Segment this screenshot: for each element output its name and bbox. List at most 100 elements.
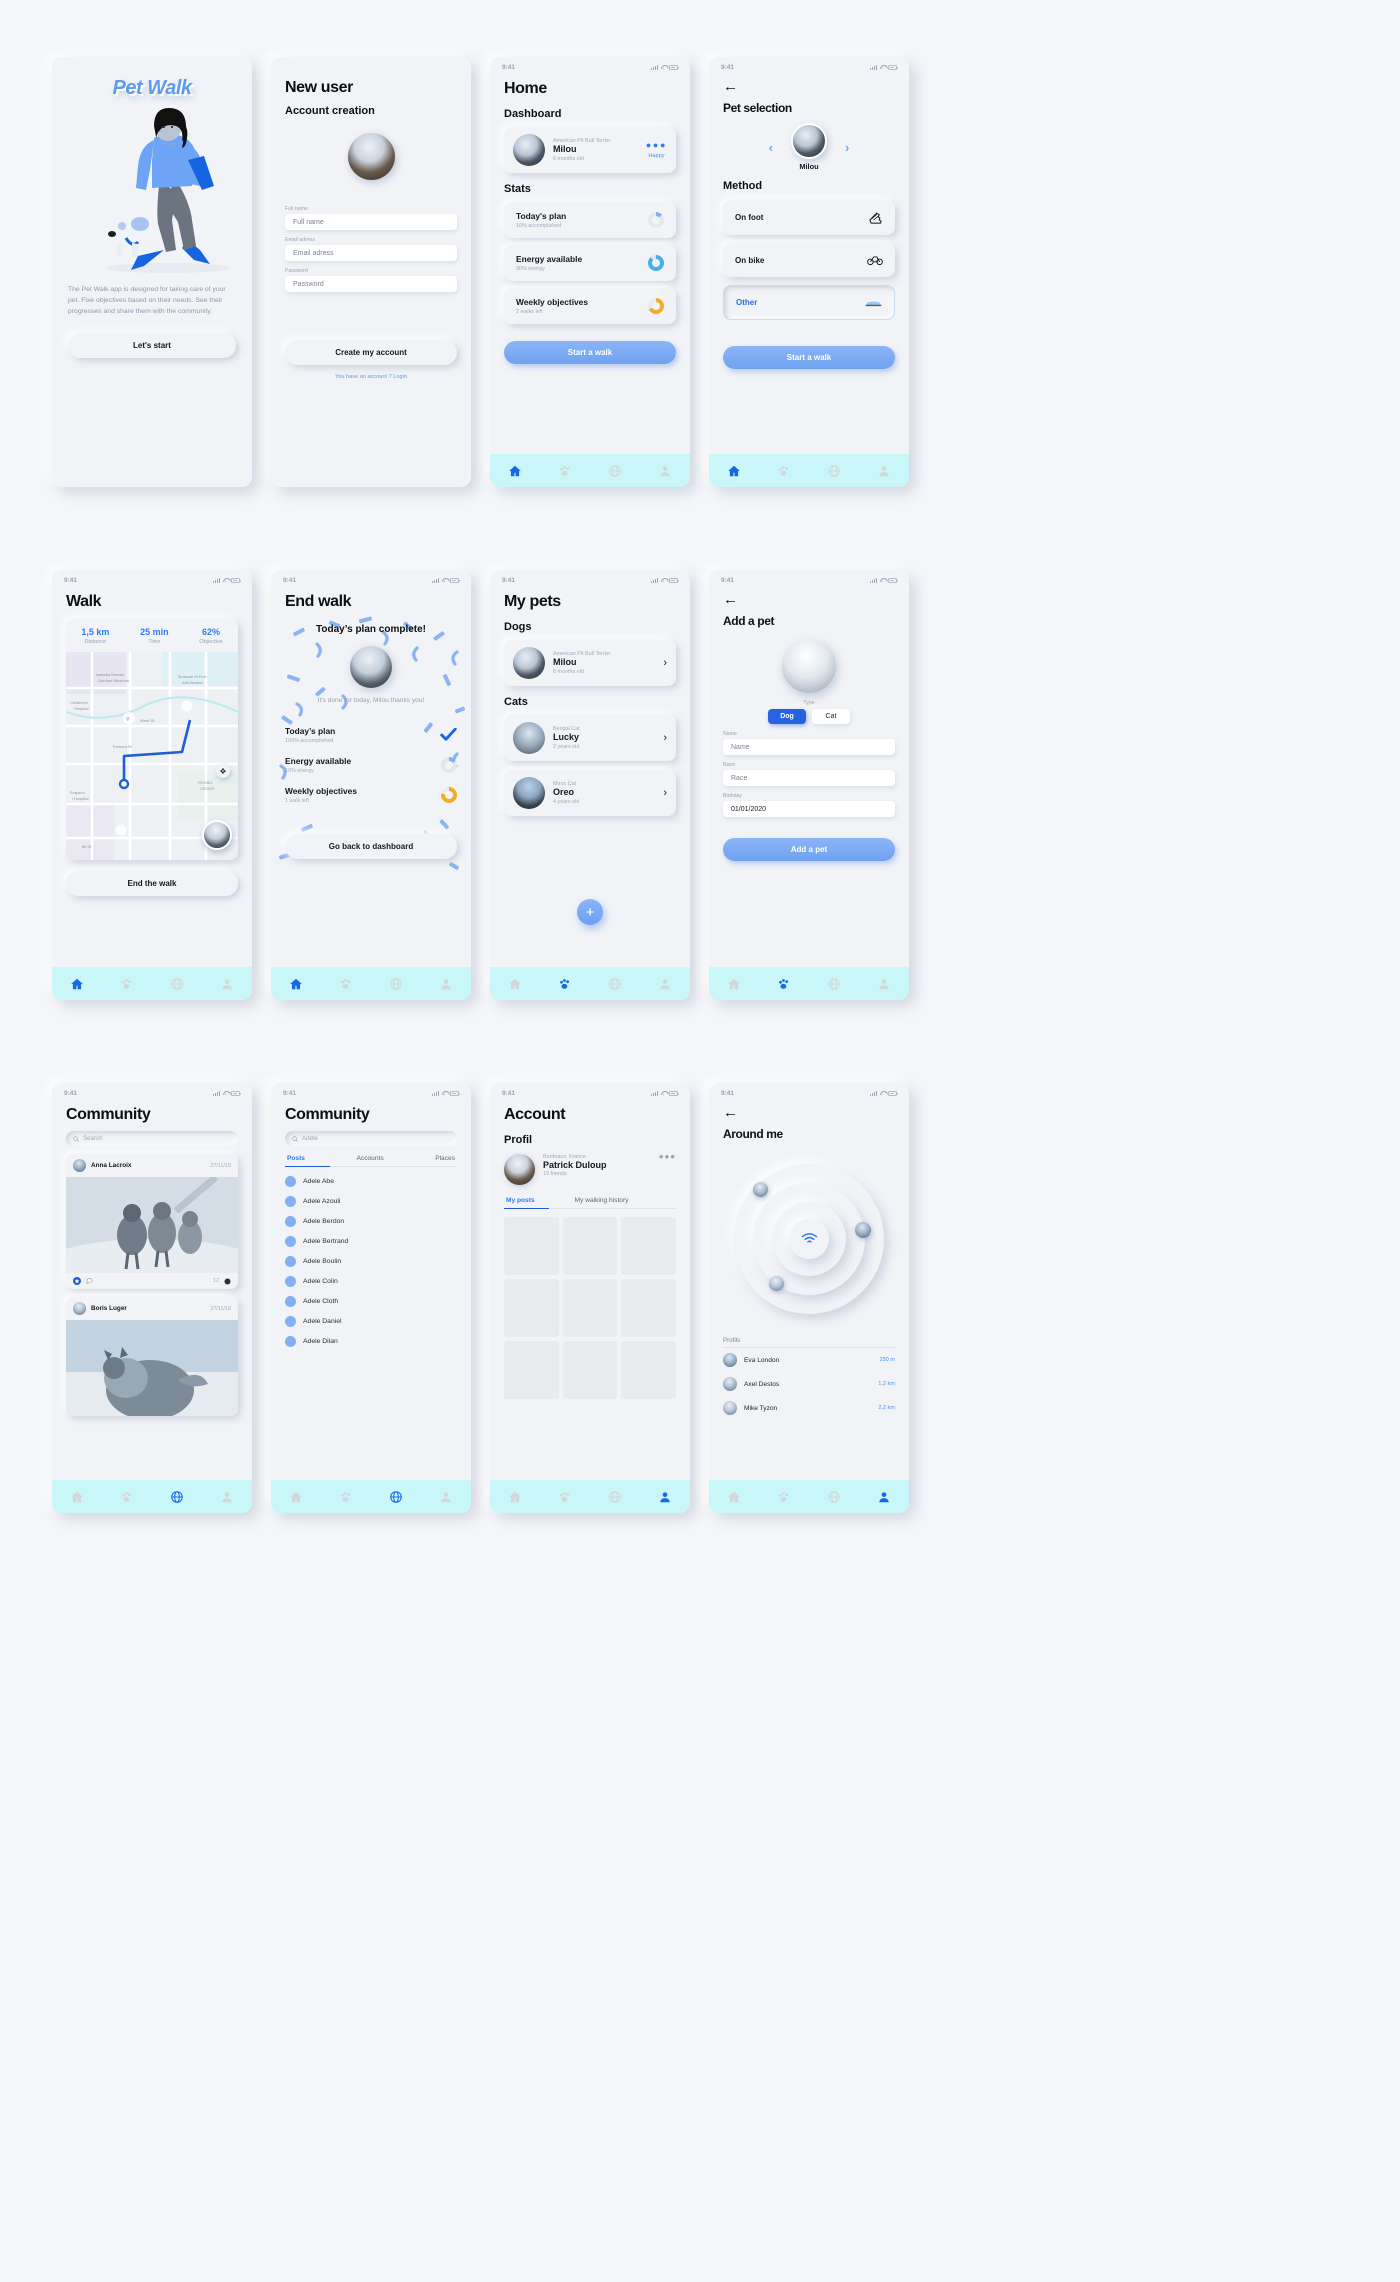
list-item[interactable]: Adele Cloth: [285, 1296, 457, 1308]
tab-pets[interactable]: [120, 1490, 134, 1504]
tab-community[interactable]: [608, 977, 622, 991]
tab-accounts[interactable]: Accounts: [357, 1155, 384, 1162]
start-walk-button[interactable]: Start a walk: [504, 341, 676, 364]
pet-row-milou[interactable]: American Pit Bull Terrier Milou 6 months…: [504, 640, 676, 686]
post-thumb[interactable]: [504, 1341, 559, 1400]
pet-photo-upload[interactable]: [782, 639, 836, 693]
tab-community[interactable]: [389, 1490, 403, 1504]
create-account-button[interactable]: Create my account: [285, 340, 457, 365]
avatar-upload[interactable]: [347, 133, 395, 180]
tab-my-posts[interactable]: My posts: [506, 1197, 535, 1204]
tab-community[interactable]: [389, 977, 403, 991]
nearby-avatar[interactable]: [769, 1276, 784, 1291]
walk-map[interactable]: ⚲ Isabella Stewart Gardner Museum Museum…: [66, 652, 238, 860]
tab-pets[interactable]: [558, 464, 572, 478]
profile-row[interactable]: Mike Tyzon 2,2 km: [723, 1396, 895, 1420]
tab-home[interactable]: [508, 1490, 522, 1504]
tab-home[interactable]: [70, 977, 84, 991]
end-walk-button[interactable]: End the walk: [66, 871, 238, 896]
tab-places[interactable]: Places: [435, 1155, 455, 1162]
method-on-bike[interactable]: On bike: [723, 243, 895, 277]
list-item[interactable]: Adele Abe: [285, 1176, 457, 1188]
tab-pets[interactable]: [339, 1490, 353, 1504]
tab-home[interactable]: [289, 977, 303, 991]
post-card[interactable]: Boris Luger 27/11/19: [66, 1297, 238, 1416]
list-item[interactable]: Adele Boulin: [285, 1256, 457, 1268]
go-back-dashboard-button[interactable]: Go back to dashboard: [285, 834, 457, 859]
tab-pets[interactable]: [777, 464, 791, 478]
login-link[interactable]: You have an account ? Login: [285, 374, 457, 380]
nearby-avatar[interactable]: [753, 1182, 768, 1197]
tab-account[interactable]: [877, 464, 891, 478]
tab-pets[interactable]: [339, 977, 353, 991]
post-thumb[interactable]: [504, 1279, 559, 1338]
tab-account[interactable]: [658, 464, 672, 478]
tab-pets[interactable]: [558, 977, 572, 991]
birthday-input[interactable]: 01/01/2020: [723, 801, 895, 817]
post-thumb[interactable]: [562, 1217, 618, 1276]
race-input[interactable]: Race: [723, 770, 895, 786]
stat-card-energy[interactable]: Energy available 90% energy: [504, 245, 676, 281]
email-input[interactable]: Email adress: [285, 245, 457, 261]
password-input[interactable]: Password: [285, 276, 457, 292]
tab-account[interactable]: [877, 977, 891, 991]
post-thumb[interactable]: [562, 1279, 618, 1338]
tab-account[interactable]: [439, 977, 453, 991]
tab-home[interactable]: [727, 464, 741, 478]
tab-community[interactable]: [827, 977, 841, 991]
tab-home[interactable]: [508, 977, 522, 991]
post-thumb[interactable]: [562, 1341, 618, 1400]
tab-pets[interactable]: [558, 1490, 572, 1504]
tab-walking-history[interactable]: My walking history: [575, 1197, 629, 1204]
next-pet-button[interactable]: ›: [845, 140, 849, 155]
post-thumb[interactable]: [621, 1279, 676, 1338]
tab-home[interactable]: [727, 1490, 741, 1504]
nearby-avatar[interactable]: [855, 1222, 871, 1238]
tab-pets[interactable]: [777, 1490, 791, 1504]
tab-home[interactable]: [70, 1490, 84, 1504]
stat-card-today[interactable]: Today's plan 10% accomplished: [504, 202, 676, 238]
list-item[interactable]: Adele Colin: [285, 1276, 457, 1288]
comment-icon[interactable]: [86, 1277, 94, 1285]
type-cat-button[interactable]: Cat: [812, 709, 850, 724]
tab-account[interactable]: [658, 977, 672, 991]
tab-home[interactable]: [508, 464, 522, 478]
tab-community[interactable]: [827, 464, 841, 478]
tab-community[interactable]: [170, 977, 184, 991]
back-arrow-icon[interactable]: ←: [723, 592, 738, 607]
method-on-foot[interactable]: On foot: [723, 200, 895, 235]
search-input[interactable]: Adele: [285, 1131, 457, 1146]
pet-summary-card[interactable]: American Pit Bull Terrier Milou 6 months…: [504, 127, 676, 173]
tab-account[interactable]: [658, 1490, 672, 1504]
list-item[interactable]: Adele Daniel: [285, 1316, 457, 1328]
search-input[interactable]: Search: [66, 1131, 238, 1146]
post-thumb[interactable]: [621, 1217, 676, 1276]
tab-community[interactable]: [827, 1490, 841, 1504]
star-icon[interactable]: [73, 1277, 81, 1285]
tab-posts[interactable]: Posts: [287, 1155, 305, 1162]
tab-pets[interactable]: [120, 977, 134, 991]
list-item[interactable]: Adele Azouli: [285, 1196, 457, 1208]
pet-row-lucky[interactable]: Bengal Cat Lucky 2 years old ›: [504, 715, 676, 761]
tab-account[interactable]: [877, 1490, 891, 1504]
method-other[interactable]: Other: [723, 285, 895, 320]
profile-row[interactable]: Eva London 250 m: [723, 1348, 895, 1372]
list-item[interactable]: Adele Berdon: [285, 1216, 457, 1228]
tab-account[interactable]: [439, 1490, 453, 1504]
profile-row[interactable]: Axel Destos 1,2 km: [723, 1372, 895, 1396]
tab-community[interactable]: [608, 1490, 622, 1504]
tab-account[interactable]: [220, 977, 234, 991]
list-item[interactable]: Adele Dilan: [285, 1336, 457, 1348]
back-arrow-icon[interactable]: ←: [723, 1105, 738, 1120]
tab-community[interactable]: [608, 464, 622, 478]
lets-start-button[interactable]: Let's start: [68, 333, 236, 358]
recenter-icon[interactable]: ❖: [216, 764, 230, 778]
post-thumb[interactable]: [504, 1217, 559, 1276]
tab-home[interactable]: [727, 977, 741, 991]
more-options-icon[interactable]: ●●●: [659, 1152, 676, 1161]
type-dog-button[interactable]: Dog: [768, 709, 806, 724]
tab-pets[interactable]: [777, 977, 791, 991]
post-thumb[interactable]: [621, 1341, 676, 1400]
post-card[interactable]: Anna Lacroix 27/11/19 12: [66, 1154, 238, 1289]
full-name-input[interactable]: Full name: [285, 214, 457, 230]
